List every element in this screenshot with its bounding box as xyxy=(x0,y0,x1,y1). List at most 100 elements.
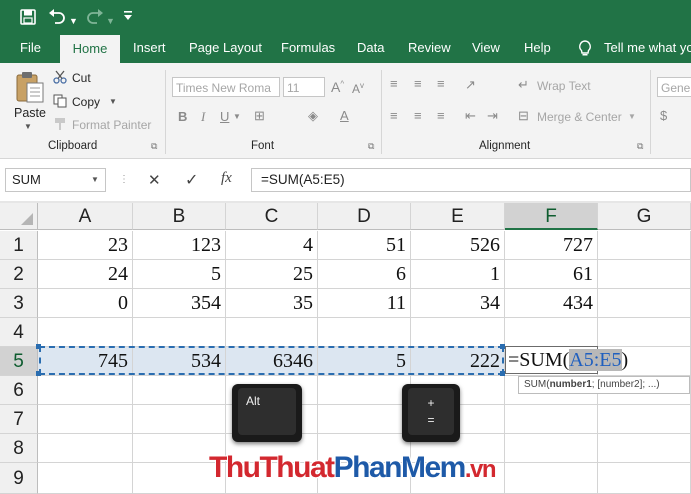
cell-c3[interactable]: 35 xyxy=(226,289,318,318)
cell-d7[interactable] xyxy=(318,405,411,434)
function-argument-tooltip[interactable]: SUM(number1; [number2]; ...) xyxy=(518,376,690,394)
tab-help[interactable]: Help xyxy=(524,33,551,63)
cell-f3[interactable]: 434 xyxy=(505,289,598,318)
tab-insert[interactable]: Insert xyxy=(133,33,166,63)
cell-d3[interactable]: 11 xyxy=(318,289,411,318)
cell-d1[interactable]: 51 xyxy=(318,231,411,260)
cell-b4[interactable] xyxy=(133,318,226,347)
name-box-dropdown-icon[interactable]: ▼ xyxy=(91,175,99,184)
name-box[interactable]: SUM ▼ xyxy=(5,168,106,192)
column-header-a[interactable]: A xyxy=(38,203,133,230)
cell-e5[interactable]: 222 xyxy=(411,347,505,376)
cell-b5[interactable]: 534 xyxy=(133,347,226,376)
column-header-d[interactable]: D xyxy=(318,203,411,230)
cell-c2[interactable]: 25 xyxy=(226,260,318,289)
cell-g1[interactable] xyxy=(598,231,691,260)
cut-button[interactable]: Cut xyxy=(72,71,91,85)
cell-b7[interactable] xyxy=(133,405,226,434)
tell-me-search[interactable]: Tell me what you xyxy=(604,33,691,63)
insert-function-icon[interactable]: fx xyxy=(221,170,232,187)
cell-b3[interactable]: 354 xyxy=(133,289,226,318)
cell-f8[interactable] xyxy=(505,434,598,463)
cell-c4[interactable] xyxy=(226,318,318,347)
cell-b1[interactable]: 123 xyxy=(133,231,226,260)
tab-formulas[interactable]: Formulas xyxy=(281,33,335,63)
scissors-icon[interactable] xyxy=(53,70,67,84)
cell-a2[interactable]: 24 xyxy=(38,260,133,289)
undo-icon[interactable] xyxy=(48,8,66,24)
cell-a5[interactable]: 745 xyxy=(38,347,133,376)
select-all-corner[interactable] xyxy=(0,203,38,230)
cell-g7[interactable] xyxy=(598,405,691,434)
save-icon[interactable] xyxy=(20,9,36,25)
number-format-dropdown[interactable]: Gene xyxy=(657,77,691,97)
cell-d5[interactable]: 5 xyxy=(318,347,411,376)
cell-a7[interactable] xyxy=(38,405,133,434)
enter-icon[interactable]: ✓ xyxy=(185,170,198,190)
row-header-6[interactable]: 6 xyxy=(0,376,38,405)
paste-button[interactable]: Paste xyxy=(14,106,46,120)
cell-f9[interactable] xyxy=(505,463,598,494)
cell-g4[interactable] xyxy=(598,318,691,347)
cell-a1[interactable]: 23 xyxy=(38,231,133,260)
clipboard-launcher-icon[interactable]: ⧉ xyxy=(151,141,157,152)
alignment-launcher-icon[interactable]: ⧉ xyxy=(637,141,643,152)
column-header-g[interactable]: G xyxy=(598,203,691,230)
formula-input[interactable]: =SUM(A5:E5) xyxy=(251,168,691,192)
cell-g8[interactable] xyxy=(598,434,691,463)
lightbulb-icon[interactable] xyxy=(578,40,592,57)
cell-d2[interactable]: 6 xyxy=(318,260,411,289)
row-header-2[interactable]: 2 xyxy=(0,260,38,289)
tab-view[interactable]: View xyxy=(472,33,500,63)
cell-f7[interactable] xyxy=(505,405,598,434)
cell-f4[interactable] xyxy=(505,318,598,347)
row-header-9[interactable]: 9 xyxy=(0,463,38,494)
row-header-4[interactable]: 4 xyxy=(0,318,38,347)
row-header-7[interactable]: 7 xyxy=(0,405,38,434)
cell-a9[interactable] xyxy=(38,463,133,494)
cell-a6[interactable] xyxy=(38,376,133,405)
cell-a3[interactable]: 0 xyxy=(38,289,133,318)
paste-icon[interactable] xyxy=(14,70,46,104)
cell-b2[interactable]: 5 xyxy=(133,260,226,289)
copy-dropdown-icon[interactable]: ▼ xyxy=(109,97,117,106)
row-header-1[interactable]: 1 xyxy=(0,231,38,260)
tab-page-layout[interactable]: Page Layout xyxy=(189,33,262,63)
copy-icon[interactable] xyxy=(53,94,67,108)
font-size-dropdown[interactable]: 11 xyxy=(283,77,325,97)
cell-d6[interactable] xyxy=(318,376,411,405)
range-handle[interactable] xyxy=(36,371,41,376)
cell-e1[interactable]: 526 xyxy=(411,231,505,260)
copy-button[interactable]: Copy xyxy=(72,95,100,109)
chevron-down-icon[interactable] xyxy=(123,10,133,22)
cell-d4[interactable] xyxy=(318,318,411,347)
tab-review[interactable]: Review xyxy=(408,33,451,63)
active-cell-editor[interactable]: =SUM(A5:E5) xyxy=(508,346,628,374)
cell-g9[interactable] xyxy=(598,463,691,494)
cell-a8[interactable] xyxy=(38,434,133,463)
tab-home[interactable]: Home xyxy=(60,35,120,63)
column-header-f[interactable]: F xyxy=(505,203,598,230)
cell-f1[interactable]: 727 xyxy=(505,231,598,260)
tab-data[interactable]: Data xyxy=(357,33,384,63)
cancel-icon[interactable]: ✕ xyxy=(148,171,161,189)
cell-e3[interactable]: 34 xyxy=(411,289,505,318)
column-header-b[interactable]: B xyxy=(133,203,226,230)
font-launcher-icon[interactable]: ⧉ xyxy=(368,141,374,152)
font-name-dropdown[interactable]: Times New Roma xyxy=(172,77,280,97)
cell-c1[interactable]: 4 xyxy=(226,231,318,260)
undo-dropdown-icon[interactable]: ▼ xyxy=(69,11,78,31)
cell-f2[interactable]: 61 xyxy=(505,260,598,289)
row-header-5[interactable]: 5 xyxy=(0,347,38,376)
cell-g2[interactable] xyxy=(598,260,691,289)
column-header-c[interactable]: C xyxy=(226,203,318,230)
formula-bar-grip-icon[interactable]: ⋮ xyxy=(119,174,129,185)
cell-a4[interactable] xyxy=(38,318,133,347)
cell-e4[interactable] xyxy=(411,318,505,347)
cell-e2[interactable]: 1 xyxy=(411,260,505,289)
range-handle[interactable] xyxy=(36,344,41,349)
cell-g3[interactable] xyxy=(598,289,691,318)
cell-b6[interactable] xyxy=(133,376,226,405)
row-header-8[interactable]: 8 xyxy=(0,434,38,463)
column-header-e[interactable]: E xyxy=(411,203,505,230)
